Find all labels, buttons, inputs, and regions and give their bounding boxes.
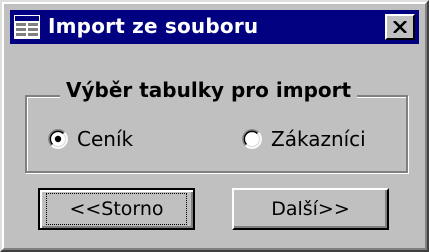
table-icon (14, 15, 40, 39)
cancel-button[interactable]: <<Storno (38, 188, 195, 230)
radio-cenik[interactable]: Ceník (48, 127, 133, 151)
radio-unselected-icon (242, 129, 262, 149)
title-bar[interactable]: Import ze souboru (10, 10, 419, 44)
window-title: Import ze souboru (48, 14, 259, 38)
close-button[interactable] (385, 14, 415, 40)
next-button[interactable]: Další>> (232, 188, 389, 230)
radio-selected-icon (48, 129, 68, 149)
import-dialog: Import ze souboru Výběr tabulky pro impo… (0, 0, 429, 252)
group-title: Výběr tabulky pro import (60, 78, 358, 102)
close-icon (393, 21, 407, 33)
next-button-label: Další>> (271, 198, 350, 220)
radio-label-zakaznici: Zákazníci (271, 127, 366, 151)
cancel-button-label: <<Storno (46, 193, 187, 225)
radio-zakaznici[interactable]: Zákazníci (242, 127, 366, 151)
radio-label-cenik: Ceník (77, 127, 134, 151)
